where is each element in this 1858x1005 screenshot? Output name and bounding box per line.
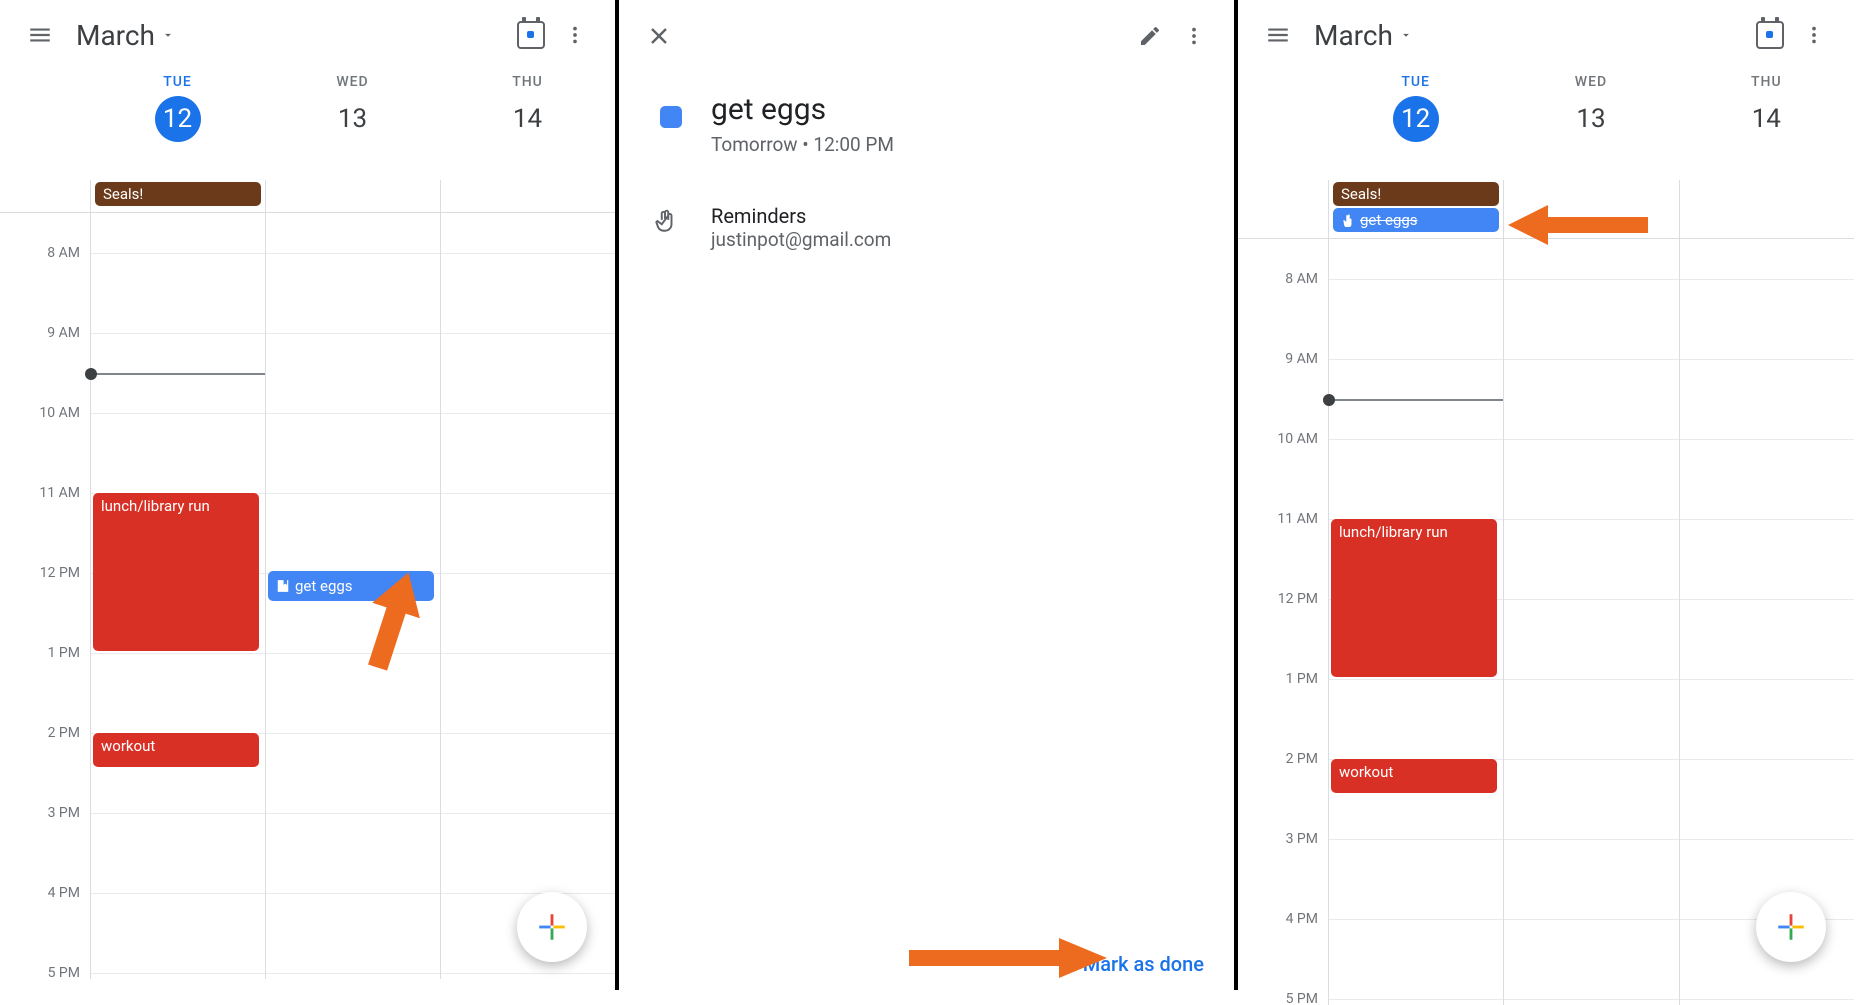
create-fab[interactable] xyxy=(517,892,587,962)
day-number[interactable]: 14 xyxy=(1743,96,1789,142)
plus-icon xyxy=(1774,910,1808,944)
close-icon[interactable] xyxy=(637,14,681,58)
allday-event-seals[interactable]: Seals! xyxy=(1333,182,1499,206)
calendar-color-icon xyxy=(660,106,682,128)
menu-icon[interactable] xyxy=(1256,13,1300,57)
now-indicator xyxy=(1329,399,1503,401)
reminder-hand-icon xyxy=(643,204,687,251)
edit-icon[interactable] xyxy=(1128,14,1172,58)
now-indicator xyxy=(91,373,265,375)
time-gutter: 8 AM 9 AM 10 AM 11 AM 12 PM 1 PM 2 PM 3 … xyxy=(1238,239,1328,1005)
chevron-down-icon xyxy=(1399,28,1413,42)
day-column-thu[interactable] xyxy=(1679,239,1854,1005)
reminder-get-eggs[interactable]: get eggs xyxy=(268,571,434,601)
event-workout[interactable]: workout xyxy=(1331,759,1497,793)
day-number[interactable]: 14 xyxy=(505,96,551,142)
today-button[interactable] xyxy=(509,13,553,57)
menu-icon[interactable] xyxy=(18,13,62,57)
reminder-when: Tomorrow • 12:00 PM xyxy=(711,133,894,156)
reminder-hand-icon xyxy=(1341,213,1355,227)
chevron-down-icon xyxy=(161,28,175,42)
month-picker[interactable]: March xyxy=(1314,19,1413,52)
day-abbr: THU xyxy=(1751,74,1782,90)
event-workout[interactable]: workout xyxy=(93,733,259,767)
day-number[interactable]: 13 xyxy=(330,96,376,142)
month-label: March xyxy=(1314,19,1393,52)
event-lunch[interactable]: lunch/library run xyxy=(93,493,259,651)
month-label: March xyxy=(76,19,155,52)
day-number[interactable]: 12 xyxy=(1393,96,1439,142)
reminder-account: justinpot@gmail.com xyxy=(711,228,891,251)
day-column-wed[interactable] xyxy=(1503,239,1678,1005)
mark-as-done-button[interactable]: Mark as done xyxy=(1083,952,1204,976)
event-lunch[interactable]: lunch/library run xyxy=(1331,519,1497,677)
allday-reminder-get-eggs-done[interactable]: get eggs xyxy=(1333,208,1499,232)
plus-icon xyxy=(535,910,569,944)
overflow-menu-icon[interactable] xyxy=(553,13,597,57)
reminder-section-label: Reminders xyxy=(711,204,891,228)
reminder-title: get eggs xyxy=(711,92,894,127)
today-button[interactable] xyxy=(1748,13,1792,57)
day-column-wed[interactable]: get eggs xyxy=(265,213,440,979)
day-abbr: TUE xyxy=(1401,74,1430,90)
time-gutter: 8 AM 9 AM 10 AM 11 AM 12 PM 1 PM 2 PM 3 … xyxy=(0,213,90,979)
day-column-thu[interactable] xyxy=(440,213,615,979)
day-abbr: WED xyxy=(336,74,368,90)
create-fab[interactable] xyxy=(1756,892,1826,962)
overflow-menu-icon[interactable] xyxy=(1172,14,1216,58)
reminder-hand-icon xyxy=(276,579,290,593)
day-abbr: TUE xyxy=(163,74,192,90)
day-number[interactable]: 12 xyxy=(155,96,201,142)
allday-event-seals[interactable]: Seals! xyxy=(95,182,261,206)
day-abbr: THU xyxy=(512,74,543,90)
day-column-tue[interactable]: lunch/library run workout xyxy=(90,213,265,979)
day-column-tue[interactable]: lunch/library run workout xyxy=(1328,239,1503,1005)
month-picker[interactable]: March xyxy=(76,19,175,52)
overflow-menu-icon[interactable] xyxy=(1792,13,1836,57)
day-abbr: WED xyxy=(1575,74,1607,90)
day-number[interactable]: 13 xyxy=(1568,96,1614,142)
annotation-arrow xyxy=(909,932,1109,984)
